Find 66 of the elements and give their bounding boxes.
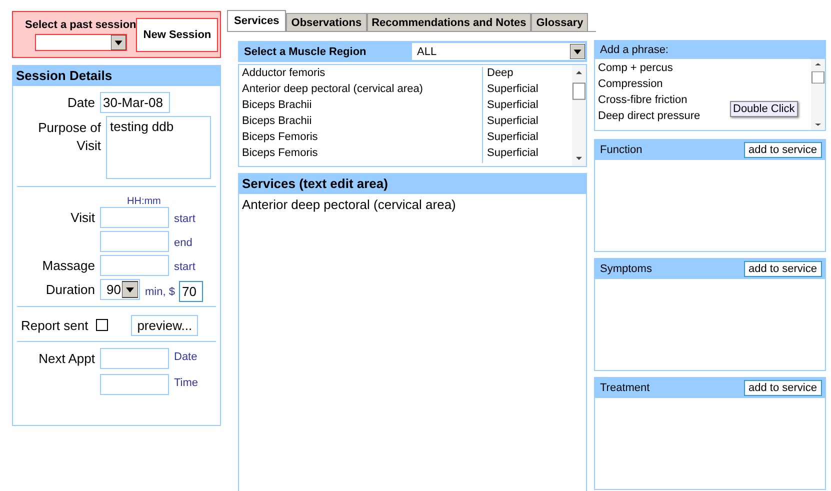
panel-title: Treatment (600, 382, 650, 394)
tab[interactable]: Services (227, 10, 286, 31)
list-item[interactable]: Biceps Brachii (239, 99, 483, 115)
list-item[interactable]: Comp + percus (598, 60, 673, 76)
list-item[interactable]: Superficial (483, 147, 538, 163)
region-dropdown[interactable]: ALL (412, 43, 585, 60)
appointment-field[interactable] (100, 374, 169, 395)
list-item[interactable]: Superficial (483, 131, 538, 147)
dropdown-arrow-icon[interactable] (110, 34, 126, 50)
purpose-field[interactable]: testing ddb (106, 116, 211, 179)
field-label: Purpose of Visit (38, 120, 101, 153)
tab[interactable]: Observations (286, 13, 367, 31)
list-item[interactable]: Superficial (483, 99, 538, 115)
unit-label: start (174, 261, 196, 273)
appointment-field[interactable] (100, 348, 169, 369)
unit-label: Date (174, 351, 198, 363)
tab[interactable]: Recommendations and Notes (366, 13, 532, 31)
list-item[interactable]: Superficial (483, 83, 538, 99)
dropdown-arrow-icon[interactable] (122, 281, 138, 298)
scrollbar[interactable] (572, 65, 586, 166)
list-item[interactable]: Anterior deep pectoral (cervical area) (239, 83, 483, 99)
list-item[interactable]: Biceps Brachii (239, 115, 483, 131)
list-item[interactable]: Superficial (483, 115, 538, 131)
time-field[interactable] (100, 207, 169, 228)
field-label: Duration (46, 282, 95, 297)
list-item[interactable]: Cross-fibre friction (598, 92, 688, 108)
panel-title: Function (600, 144, 642, 156)
unit-label: start (174, 213, 196, 225)
price-field[interactable]: 70 (178, 281, 203, 302)
tab[interactable]: Glossary (531, 13, 588, 31)
add-to-service-button[interactable]: add to service (744, 380, 822, 396)
scrollbar[interactable] (811, 59, 825, 130)
field-label: Next Appt (38, 351, 95, 366)
panel-header: Add a phrase: (595, 41, 825, 59)
new-session-button[interactable]: New Session (136, 18, 218, 52)
unit-label: Time (174, 377, 198, 389)
panel-header: Services (text edit area) (239, 174, 586, 194)
region-label: Select a Muscle Region (243, 46, 368, 58)
tooltip: Double Click (730, 101, 798, 117)
duration-dropdown[interactable]: 90 (100, 279, 140, 300)
date-field[interactable]: 30-Mar-08 (100, 92, 170, 113)
preview-button[interactable]: preview... (131, 314, 198, 336)
add-to-service-button[interactable]: add to service (744, 142, 822, 158)
list-item[interactable]: Deep (483, 67, 514, 83)
field-label: Report sent (21, 318, 88, 332)
time-format-hint: HH:mm (127, 196, 161, 207)
services-text-area[interactable]: Anterior deep pectoral (cervical area) (239, 194, 586, 215)
panel-title: Symptoms (600, 263, 652, 275)
field-label: Massage (42, 258, 95, 273)
list-item[interactable]: Deep direct pressure (598, 108, 700, 124)
session-dropdown[interactable] (34, 34, 127, 50)
report-sent-checkbox[interactable] (96, 319, 108, 331)
field-label: Visit (70, 210, 95, 225)
list-item[interactable]: Biceps Femoris (239, 131, 483, 147)
unit-label: end (174, 237, 192, 249)
time-field[interactable] (100, 255, 169, 276)
dropdown-arrow-icon[interactable] (570, 44, 585, 59)
field-label: Date (68, 95, 95, 110)
add-to-service-button[interactable]: add to service (744, 261, 822, 277)
time-field[interactable] (100, 231, 169, 252)
selector-label: Select a past session (25, 18, 136, 30)
list-item[interactable]: Compression (598, 76, 663, 92)
list-item[interactable]: Biceps Femoris (239, 147, 483, 163)
panel-header: Session Details (13, 66, 220, 86)
list-item[interactable]: Adductor femoris (239, 67, 483, 83)
unit-label: min, $ (145, 285, 175, 298)
